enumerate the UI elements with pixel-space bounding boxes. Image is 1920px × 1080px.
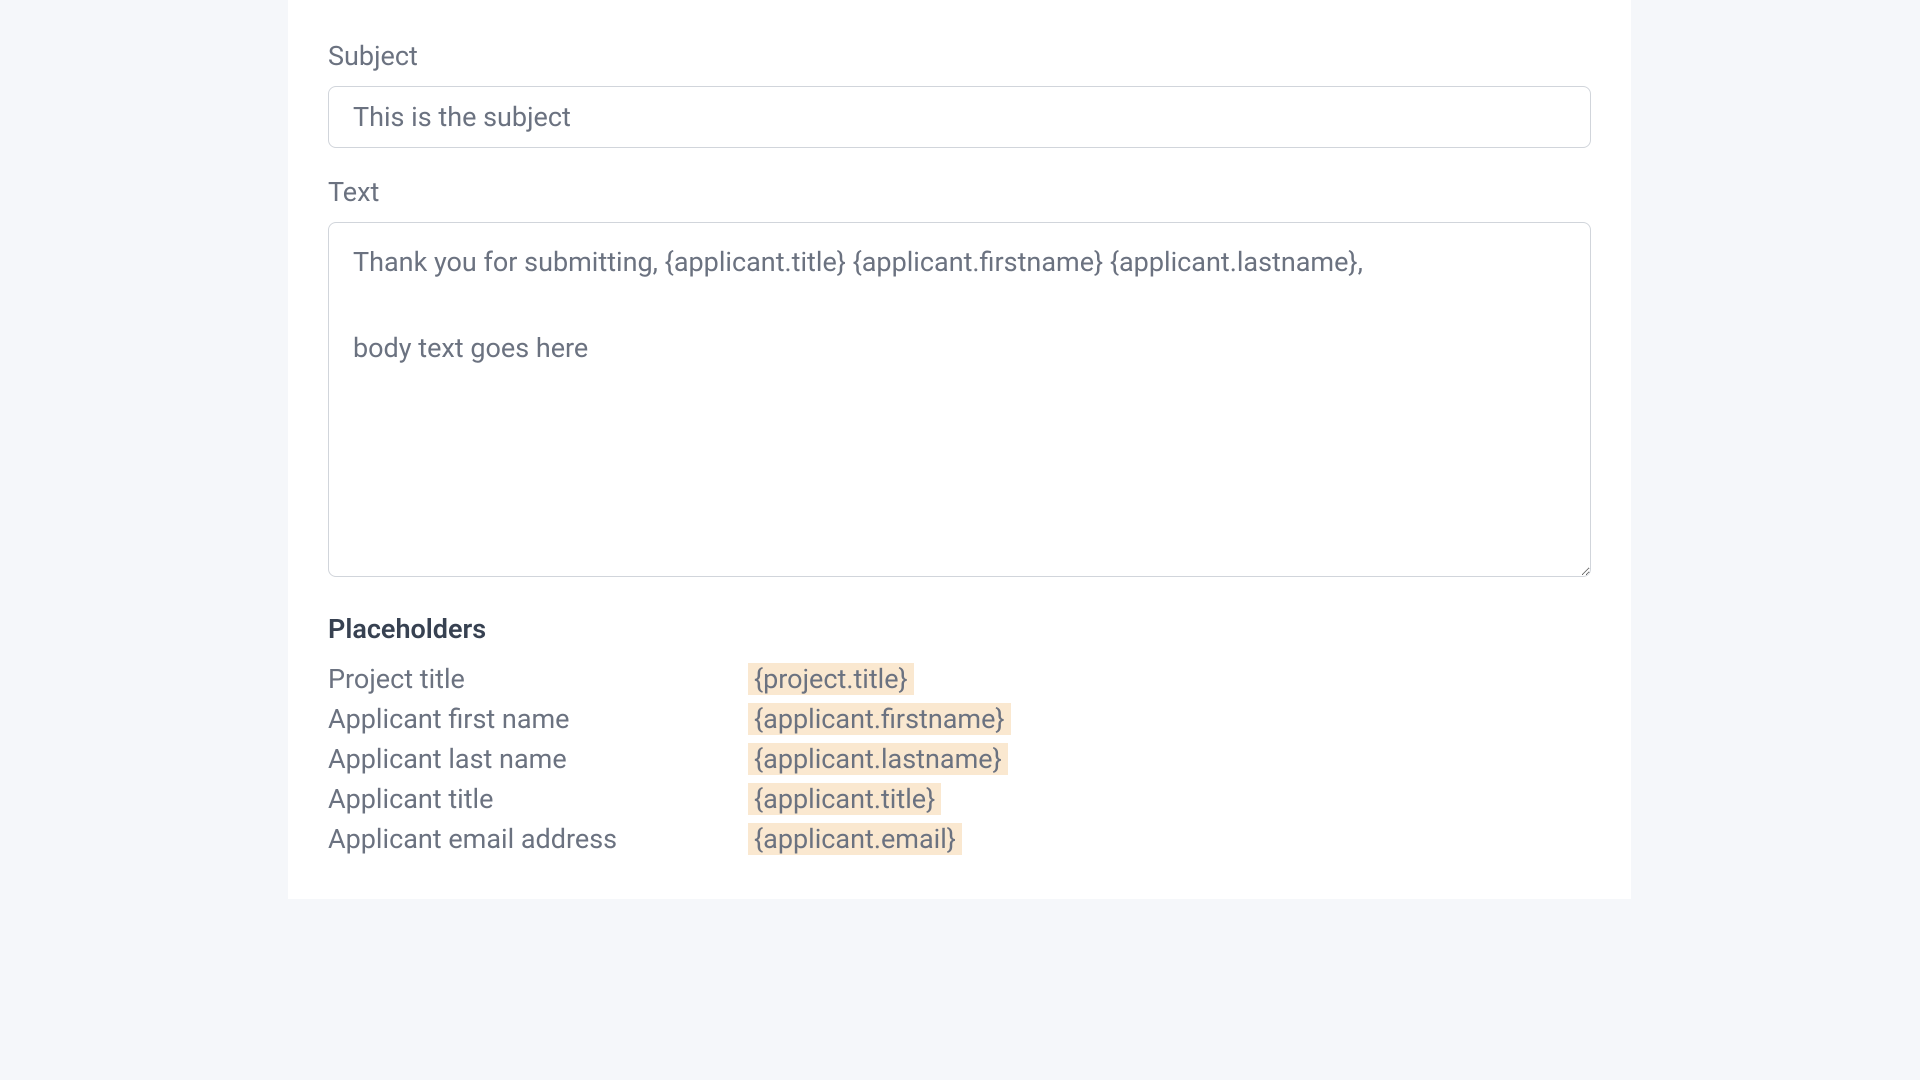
placeholder-token[interactable]: {applicant.firstname}: [748, 703, 1011, 735]
placeholder-row: Applicant title {applicant.title}: [328, 779, 1591, 819]
subject-field-group: Subject: [328, 0, 1591, 148]
placeholder-label: Applicant title: [328, 779, 748, 819]
placeholder-token-cell: {applicant.title}: [748, 779, 1591, 819]
placeholder-token-cell: {applicant.firstname}: [748, 699, 1591, 739]
placeholder-token[interactable]: {applicant.lastname}: [748, 743, 1008, 775]
placeholder-token[interactable]: {project.title}: [748, 663, 914, 695]
text-field-group: Text: [328, 176, 1591, 581]
placeholder-label: Project title: [328, 659, 748, 699]
placeholder-label: Applicant last name: [328, 739, 748, 779]
form-card: Subject Text Placeholders Project title …: [288, 0, 1631, 899]
subject-input[interactable]: [328, 86, 1591, 148]
text-label: Text: [328, 176, 1591, 208]
placeholder-row: Applicant last name {applicant.lastname}: [328, 739, 1591, 779]
placeholder-row: Applicant first name {applicant.firstnam…: [328, 699, 1591, 739]
placeholders-heading: Placeholders: [328, 613, 1591, 645]
placeholder-token[interactable]: {applicant.email}: [748, 823, 962, 855]
placeholder-row: Project title {project.title}: [328, 659, 1591, 699]
placeholder-token[interactable]: {applicant.title}: [748, 783, 941, 815]
placeholder-token-cell: {applicant.email}: [748, 819, 1591, 859]
placeholder-label: Applicant email address: [328, 819, 748, 859]
subject-label: Subject: [328, 40, 1591, 72]
placeholder-label: Applicant first name: [328, 699, 748, 739]
placeholders-table: Project title {project.title} Applicant …: [328, 659, 1591, 859]
placeholder-token-cell: {applicant.lastname}: [748, 739, 1591, 779]
placeholders-section: Placeholders Project title {project.titl…: [328, 613, 1591, 859]
placeholder-row: Applicant email address {applicant.email…: [328, 819, 1591, 859]
placeholder-token-cell: {project.title}: [748, 659, 1591, 699]
text-textarea[interactable]: [328, 222, 1591, 577]
